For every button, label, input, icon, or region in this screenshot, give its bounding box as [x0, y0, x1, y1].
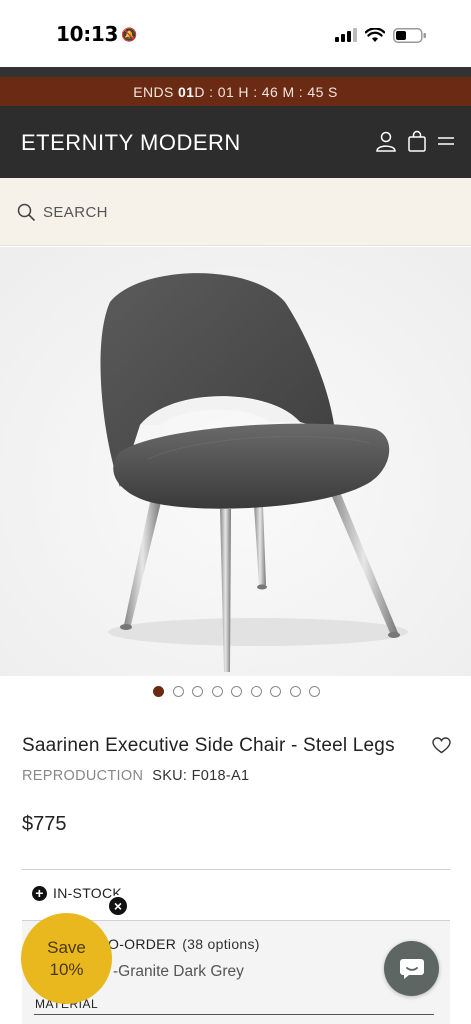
cart-icon[interactable]	[407, 130, 427, 152]
countdown-days: 01	[178, 83, 195, 100]
countdown-banner: ENDS 01 D : 01 H : 46 M : 45 S	[0, 77, 471, 106]
carousel-dot[interactable]	[270, 686, 281, 697]
product-meta: REPRODUCTION SKU: F018-A1	[22, 768, 249, 784]
divider	[22, 869, 450, 870]
product-sku: SKU: F018-A1	[152, 768, 250, 784]
brand-logo[interactable]: ETERNITY MODERN	[21, 130, 241, 156]
promo-line1: Save	[47, 937, 86, 957]
search-bar[interactable]: SEARCH	[0, 178, 471, 246]
order-option-row[interactable]: O-ORDER (38 options)	[108, 936, 260, 952]
product-image[interactable]	[0, 247, 471, 676]
carousel-dot[interactable]	[309, 686, 320, 697]
bell-muted-icon: 🔕	[121, 28, 138, 43]
search-label: SEARCH	[43, 204, 108, 221]
material-underline	[34, 1014, 434, 1015]
carousel-dot[interactable]	[231, 686, 242, 697]
status-time: 10:13 🔕	[56, 22, 138, 46]
signal-icon	[335, 28, 357, 42]
product-price: $775	[22, 813, 67, 835]
carousel-dots	[0, 686, 471, 697]
plus-circle-icon: +	[32, 885, 47, 901]
menu-icon[interactable]	[437, 134, 455, 148]
order-label: O-ORDER	[108, 936, 177, 952]
save-promo-badge[interactable]: Save 10%	[21, 913, 112, 1004]
heart-icon[interactable]	[432, 737, 451, 754]
carousel-dot[interactable]	[192, 686, 203, 697]
carousel-dot[interactable]	[153, 686, 164, 697]
carousel-dot[interactable]	[289, 686, 301, 697]
status-icons	[335, 26, 427, 44]
product-category: REPRODUCTION	[22, 768, 144, 784]
chat-icon	[399, 958, 424, 979]
options-count: (38 options)	[182, 936, 260, 952]
promo-line2: 10%	[49, 959, 84, 979]
product-title: Saarinen Executive Side Chair - Steel Le…	[22, 735, 395, 756]
chair-image	[0, 247, 471, 676]
chat-button[interactable]	[384, 941, 439, 996]
selected-fabric[interactable]: -Granite Dark Grey	[113, 963, 244, 981]
close-icon[interactable]: ×	[107, 895, 129, 917]
header-icons	[375, 130, 455, 152]
site-header: ETERNITY MODERN	[0, 106, 471, 178]
status-bar: 10:13 🔕	[0, 0, 471, 67]
carousel-dot[interactable]	[250, 686, 262, 697]
account-icon[interactable]	[375, 130, 397, 152]
countdown-prefix: ENDS	[133, 83, 174, 100]
carousel-dot[interactable]	[172, 686, 184, 697]
search-icon	[17, 203, 35, 221]
countdown-rest: D : 01 H : 46 M : 45 S	[194, 83, 338, 100]
carousel-dot[interactable]	[211, 686, 223, 697]
wifi-icon	[365, 27, 385, 42]
top-strip	[0, 67, 471, 77]
battery-icon	[393, 27, 426, 43]
